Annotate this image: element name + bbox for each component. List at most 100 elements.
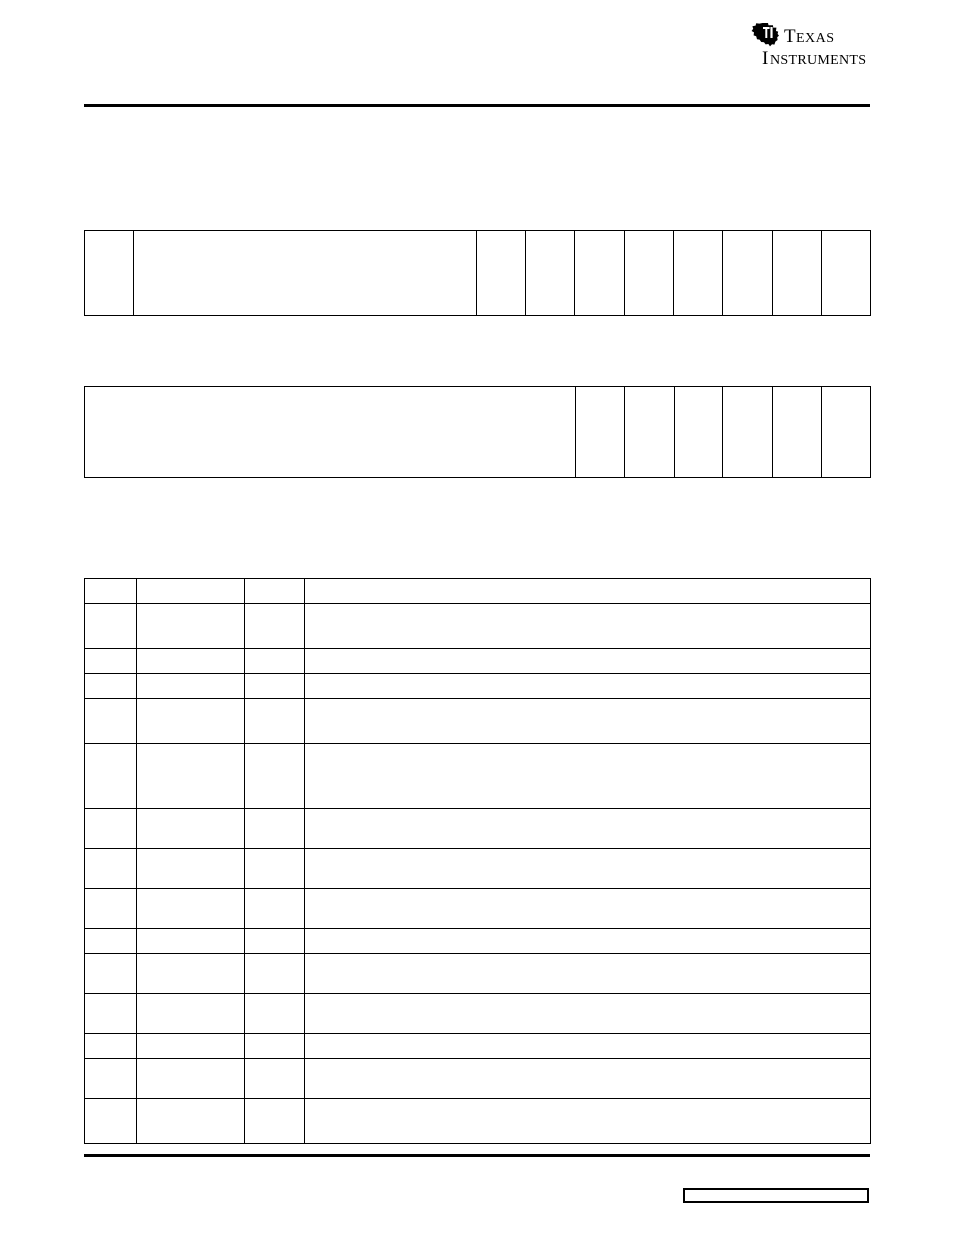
cell-field [136,993,245,1034]
table-row [84,230,871,316]
page-title [84,140,870,160]
cell-description [304,603,871,649]
column-header-field [136,578,245,604]
cell-bit [84,953,137,994]
cell-value [244,993,305,1034]
cell-description [304,1033,871,1059]
cell-field [136,1033,245,1059]
cell-description [304,953,871,994]
cell-description [304,1058,871,1099]
cell-field [136,888,245,929]
table-row [84,993,871,1034]
register-cell [575,386,625,478]
section-label-register-b [84,346,870,364]
register-cell [674,386,723,478]
table-row [84,603,871,649]
cell-field [136,1058,245,1099]
cell-field [136,953,245,994]
register-cell [84,230,134,316]
cell-value [244,1058,305,1099]
table-row [84,953,871,994]
cell-field [136,648,245,674]
register-cell [624,230,674,316]
footer-page-box [683,1188,869,1203]
register-cell [772,230,822,316]
cell-bit [84,993,137,1034]
cell-description [304,673,871,699]
cell-value [244,1033,305,1059]
section-label-register-a [84,190,870,208]
cell-field [136,603,245,649]
cell-description [304,743,871,809]
cell-value [244,848,305,889]
cell-bit [84,928,137,954]
register-cell-wide [84,386,576,478]
svg-text:T: T [784,26,796,47]
footer-rule [84,1154,870,1157]
cell-bit [84,743,137,809]
svg-text:I: I [762,48,769,69]
cell-field [136,928,245,954]
cell-bit [84,1033,137,1059]
cell-field [136,1098,245,1144]
cell-description [304,848,871,889]
cell-value [244,648,305,674]
table-row [84,1098,871,1144]
column-header-value [244,578,305,604]
table-row [84,743,871,809]
cell-value [244,888,305,929]
register-cell [525,230,575,316]
table-row [84,673,871,699]
cell-bit [84,648,137,674]
table-row [84,698,871,744]
cell-description [304,808,871,849]
cell-value [244,673,305,699]
cell-field [136,698,245,744]
header-running-text [84,112,870,134]
cell-bit [84,848,137,889]
header-rule [84,104,870,107]
register-cell-wide [133,230,477,316]
svg-text:EXAS: EXAS [796,31,835,46]
register-bit-field-table-a [84,230,871,316]
cell-description [304,698,871,744]
cell-bit [84,1098,137,1144]
cell-value [244,698,305,744]
register-bit-field-table-b [84,386,871,478]
cell-value [244,953,305,994]
register-cell [624,386,675,478]
cell-description [304,1098,871,1144]
cell-bit [84,603,137,649]
table-row [84,848,871,889]
cell-field [136,808,245,849]
document-page: T EXAS I NSTRUMENTS [0,0,954,1235]
register-cell [476,230,526,316]
svg-text:NSTRUMENTS: NSTRUMENTS [770,53,866,68]
table-row [84,1058,871,1099]
footer-note [84,1164,644,1184]
section-label-field-descriptions [84,510,870,528]
texas-instruments-logo: T EXAS I NSTRUMENTS [748,20,872,78]
cell-bit [84,1058,137,1099]
register-cell [821,230,871,316]
cell-value [244,603,305,649]
table-row [84,928,871,954]
cell-bit [84,673,137,699]
cell-bit [84,698,137,744]
register-cell [772,386,822,478]
table-row [84,386,871,478]
register-cell [821,386,871,478]
table-row [84,648,871,674]
register-cell [673,230,723,316]
cell-value [244,743,305,809]
cell-description [304,888,871,929]
cell-description [304,928,871,954]
cell-value [244,1098,305,1144]
register-cell [722,386,773,478]
cell-bit [84,888,137,929]
cell-field [136,743,245,809]
cell-description [304,993,871,1034]
cell-bit [84,808,137,849]
column-header-description [304,578,871,604]
column-header-bit [84,578,137,604]
